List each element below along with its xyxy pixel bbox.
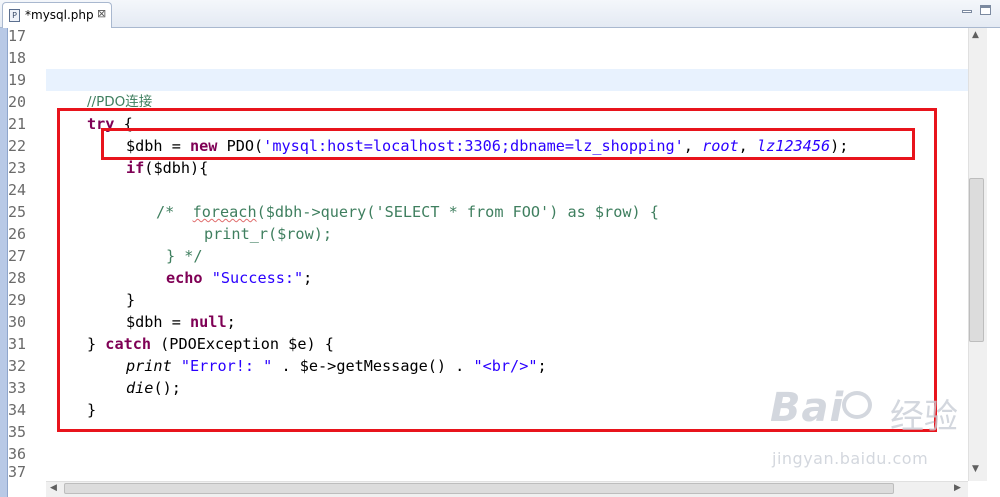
highlight-box-pdo-line: [101, 128, 915, 160]
line-number: 32: [8, 357, 27, 375]
line-number: 18: [8, 49, 27, 67]
line-number: 33: [8, 379, 27, 397]
watermark-url: jingyan.baidu.com: [772, 449, 929, 468]
tab-title: *mysql.php: [25, 8, 94, 22]
line-number: 19: [8, 71, 27, 89]
current-line-highlight: [46, 69, 968, 91]
line-number: 17: [8, 27, 27, 45]
line-number: 30: [8, 313, 27, 331]
overview-ruler: [0, 28, 8, 497]
watermark-cn-text: 经验: [890, 397, 958, 437]
watermark-logo-text: Bai: [770, 385, 845, 431]
line-number: 25: [8, 203, 27, 221]
line-number: 26: [8, 225, 27, 243]
minimize-button[interactable]: [962, 10, 972, 13]
line-number: 29: [8, 291, 27, 309]
maximize-button[interactable]: [980, 5, 991, 15]
php-file-icon: P: [9, 9, 20, 22]
line-number: 22: [8, 137, 27, 155]
scroll-down-icon[interactable]: ▼: [972, 464, 979, 474]
scroll-left-icon[interactable]: ◀: [50, 483, 57, 493]
line-number: 21: [8, 115, 27, 133]
line-number: 34: [8, 401, 27, 419]
line-number: 37: [8, 463, 27, 481]
horizontal-scroll-thumb[interactable]: [64, 483, 894, 494]
baidu-jingyan-watermark: Bai 经验 jingyan.baidu.com: [770, 385, 970, 475]
line-number: 28: [8, 269, 27, 287]
paw-icon: [842, 391, 872, 419]
line-number: 35: [8, 423, 27, 441]
close-icon[interactable]: ⊠: [97, 7, 106, 20]
vertical-scroll-thumb[interactable]: [969, 178, 984, 342]
line-number: 31: [8, 335, 27, 353]
line-number: 27: [8, 247, 27, 265]
line-number: 23: [8, 159, 27, 177]
editor-tab-bar: P *mysql.php ⊠: [0, 0, 1000, 28]
line-number: 24: [8, 181, 27, 199]
line-number: 20: [8, 93, 27, 111]
scroll-up-icon[interactable]: ▲: [972, 30, 979, 40]
scroll-right-icon[interactable]: ▶: [954, 483, 961, 493]
